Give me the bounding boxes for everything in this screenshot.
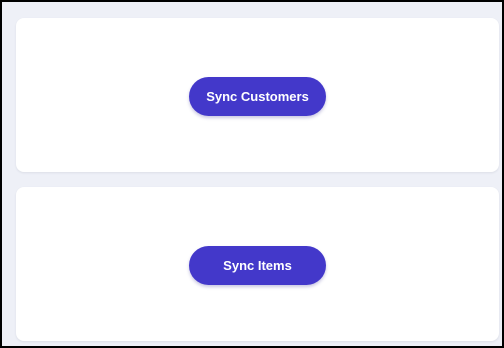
app-frame: Sync Customers Sync Items	[0, 0, 504, 348]
sync-items-card: Sync Items	[16, 187, 499, 341]
sync-customers-button[interactable]: Sync Customers	[189, 76, 326, 116]
sync-items-button[interactable]: Sync Items	[189, 245, 326, 285]
sync-customers-card: Sync Customers	[16, 18, 499, 172]
